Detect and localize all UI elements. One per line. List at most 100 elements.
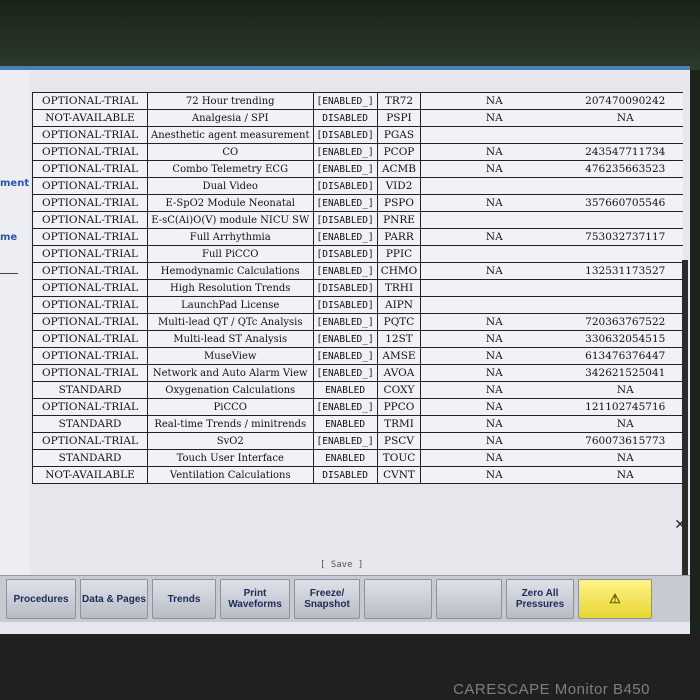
freeze-snapshot-button[interactable]: Freeze/ Snapshot	[294, 579, 360, 619]
license-key-cell	[567, 177, 684, 195]
status-cell[interactable]: [ENABLED_]	[312, 262, 378, 280]
status-cell[interactable]: [DISABLED]	[312, 177, 378, 195]
table-row: NOT-AVAILABLE Ventilation Calculations DIS…	[32, 466, 684, 484]
license-key-cell: 753032737117	[567, 228, 684, 246]
license-type-cell: OPTIONAL-TRIAL	[32, 177, 148, 195]
support-cell	[420, 279, 568, 297]
table-row: OPTIONAL-TRIAL Combo Telemetry ECG [ENABLE…	[32, 160, 684, 178]
scrollbar[interactable]	[682, 260, 688, 590]
table-row: OPTIONAL-TRIAL E-sC(Ai)O(V) module NICU S…	[32, 211, 684, 229]
left-sidebar: ment me	[0, 70, 30, 590]
feature-name-cell: E-sC(Ai)O(V) module NICU SW	[147, 211, 314, 229]
feature-name-cell: Analgesia / SPI	[147, 109, 314, 127]
status-cell[interactable]: [DISABLED]	[312, 279, 378, 297]
status-cell[interactable]: [DISABLED]	[312, 245, 378, 263]
license-type-cell: OPTIONAL-TRIAL	[32, 126, 148, 144]
support-cell: NA	[420, 449, 568, 467]
alarm-warning-icon[interactable]: ⚠	[578, 579, 652, 619]
support-cell: NA	[420, 92, 568, 110]
status-cell[interactable]: [DISABLED]	[312, 296, 378, 314]
feature-name-cell: E-SpO2 Module Neonatal	[147, 194, 314, 212]
status-cell[interactable]: [ENABLED_]	[312, 347, 378, 365]
status-cell[interactable]: ENABLED	[312, 381, 378, 399]
close-icon[interactable]: ✕	[674, 517, 686, 533]
table-row: OPTIONAL-TRIAL Full PiCCO [DISABLED] PPIC	[32, 245, 684, 263]
feature-code-cell: PNRE	[376, 211, 422, 229]
procedures-button[interactable]: Procedures	[6, 579, 76, 619]
status-cell[interactable]: [ENABLED_]	[312, 160, 378, 178]
feature-code-cell: PARR	[376, 228, 422, 246]
data-pages-button[interactable]: Data & Pages	[80, 579, 148, 619]
feature-code-cell: 12ST	[376, 330, 422, 348]
print-waveforms-button[interactable]: Print Waveforms	[220, 579, 290, 619]
license-key-cell: 357660705546	[567, 194, 684, 212]
support-cell: NA	[420, 109, 568, 127]
license-key-cell: 330632054515	[567, 330, 684, 348]
table-row: STANDARD Touch User Interface ENABLED TOUC N…	[32, 449, 684, 467]
feature-name-cell: Multi-lead QT / QTc Analysis	[147, 313, 314, 331]
trends-button[interactable]: Trends	[152, 579, 216, 619]
feature-name-cell: SvO2	[147, 432, 314, 450]
status-cell[interactable]: [ENABLED_]	[312, 228, 378, 246]
license-type-cell: NOT-AVAILABLE	[32, 466, 148, 484]
table-row: OPTIONAL-TRIAL E-SpO2 Module Neonatal [ENA…	[32, 194, 684, 212]
license-key-cell: 121102745716	[567, 398, 684, 416]
status-cell[interactable]: [DISABLED]	[312, 126, 378, 144]
bottom-toolbar: Procedures Data & Pages Trends Print Wav…	[0, 575, 690, 622]
status-cell[interactable]: ENABLED	[312, 449, 378, 467]
license-type-cell: OPTIONAL-TRIAL	[32, 296, 148, 314]
license-type-cell: OPTIONAL-TRIAL	[32, 279, 148, 297]
sidebar-label-1[interactable]: ment	[0, 178, 29, 189]
feature-code-cell: AVOA	[376, 364, 422, 382]
monitor-bezel-bottom: CARESCAPE Monitor B450	[0, 634, 700, 700]
feature-name-cell: 72 Hour trending	[147, 92, 314, 110]
feature-name-cell: Multi-lead ST Analysis	[147, 330, 314, 348]
support-cell: NA	[420, 381, 568, 399]
status-cell[interactable]: [DISABLED]	[312, 211, 378, 229]
support-cell	[420, 245, 568, 263]
feature-name-cell: Combo Telemetry ECG	[147, 160, 314, 178]
status-cell[interactable]: [ENABLED_]	[312, 143, 378, 161]
license-type-cell: STANDARD	[32, 449, 148, 467]
save-button[interactable]: [ Save ]	[320, 560, 363, 570]
status-cell[interactable]: [ENABLED_]	[312, 330, 378, 348]
license-type-cell: STANDARD	[32, 415, 148, 433]
feature-name-cell: LaunchPad License	[147, 296, 314, 314]
support-cell	[420, 177, 568, 195]
status-cell[interactable]: [ENABLED_]	[312, 398, 378, 416]
support-cell: NA	[420, 347, 568, 365]
status-cell[interactable]: [ENABLED_]	[312, 313, 378, 331]
feature-code-cell: PPIC	[376, 245, 422, 263]
feature-code-cell: CHMO	[376, 262, 422, 280]
feature-name-cell: Anesthetic agent measurement	[147, 126, 314, 144]
feature-name-cell: Hemodynamic Calculations	[147, 262, 314, 280]
table-row: OPTIONAL-TRIAL LaunchPad License [DISABLED…	[32, 296, 684, 314]
license-type-cell: OPTIONAL-TRIAL	[32, 432, 148, 450]
status-cell[interactable]: [ENABLED_]	[312, 92, 378, 110]
monitor-screen: ment me OPTIONAL-TRIAL 72 Hour trending [E…	[0, 66, 690, 638]
feature-code-cell: CVNT	[376, 466, 422, 484]
zero-all-pressures-button[interactable]: Zero All Pressures	[506, 579, 574, 619]
table-row: STANDARD Real-time Trends / minitrends ENA…	[32, 415, 684, 433]
license-key-cell	[567, 245, 684, 263]
table-row: OPTIONAL-TRIAL Hemodynamic Calculations [E…	[32, 262, 684, 280]
status-cell[interactable]: [ENABLED_]	[312, 432, 378, 450]
feature-code-cell: PPCO	[376, 398, 422, 416]
status-cell[interactable]: ENABLED	[312, 415, 378, 433]
license-type-cell: OPTIONAL-TRIAL	[32, 398, 148, 416]
sidebar-label-2[interactable]: me	[0, 232, 17, 243]
table-row: OPTIONAL-TRIAL High Resolution Trends [DIS…	[32, 279, 684, 297]
table-row: OPTIONAL-TRIAL Network and Auto Alarm Vie…	[32, 364, 684, 382]
status-cell[interactable]: DISABLED	[312, 466, 378, 484]
status-cell[interactable]: [ENABLED_]	[312, 194, 378, 212]
feature-name-cell: Ventilation Calculations	[147, 466, 314, 484]
support-cell: NA	[420, 398, 568, 416]
feature-name-cell: High Resolution Trends	[147, 279, 314, 297]
status-cell[interactable]: DISABLED	[312, 109, 378, 127]
toolbar-button-blank-1[interactable]	[364, 579, 432, 619]
status-cell[interactable]: [ENABLED_]	[312, 364, 378, 382]
license-type-cell: STANDARD	[32, 381, 148, 399]
license-type-cell: OPTIONAL-TRIAL	[32, 92, 148, 110]
table-row: OPTIONAL-TRIAL SvO2 [ENABLED_] PSCV NA 760073…	[32, 432, 684, 450]
toolbar-button-blank-2[interactable]	[436, 579, 502, 619]
